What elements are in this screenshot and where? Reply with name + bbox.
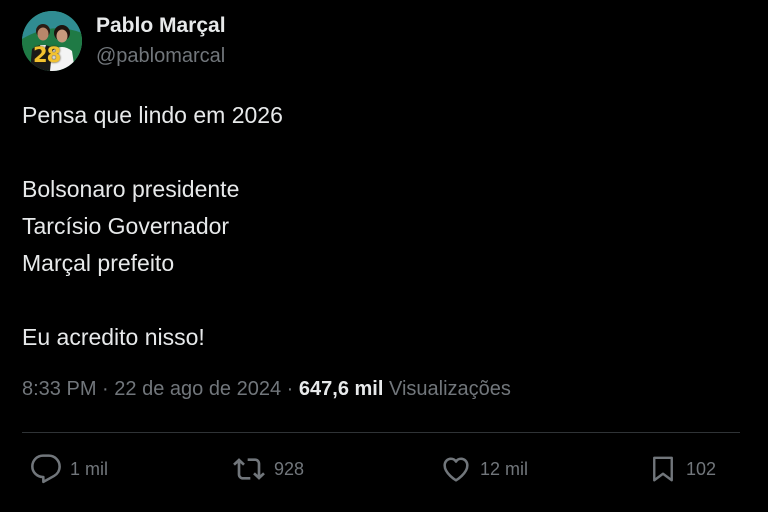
tweet-meta: 8:33 PM · 22 de ago de 2024 · 647,6 mil … [22,378,511,401]
heart-icon [443,457,469,482]
like-button[interactable]: 12 mil [440,450,528,488]
bookmark-button[interactable]: 102 [648,450,716,488]
tweet-text: Pensa que lindo em 2026 Bolsonaro presid… [22,97,742,356]
tweet-text-line: Tarcísio Governador [22,213,230,239]
avatar-number: 28 [33,43,61,67]
bookmark-count: 102 [686,458,717,479]
tweet-text-line [22,134,742,171]
meta-separator: · [286,378,294,400]
repost-count: 928 [274,458,305,479]
tweet-text-line: Eu acredito nisso! [22,324,205,350]
reply-button[interactable]: 1 mil [30,450,108,488]
tweet: 28 Pablo Marçal @pablomarcal Pensa que l… [0,0,768,512]
tweet-text-line: Bolsonaro presidente [22,176,240,202]
divider [22,432,740,433]
author-name[interactable]: Pablo Marçal [96,14,226,38]
tweet-text-line: Marçal prefeito [22,250,175,276]
tweet-time[interactable]: 8:33 PM [22,378,96,400]
like-count: 12 mil [480,458,529,479]
views-count[interactable]: 647,6 mil [299,378,384,400]
repost-arrows-icon [233,458,265,480]
meta-separator: · [102,378,109,400]
reply-count: 1 mil [70,458,109,479]
bookmark-icon [653,456,673,482]
repost-button[interactable]: 928 [232,450,304,488]
author-handle[interactable]: @pablomarcal [96,45,225,68]
views-label: Visualizações [388,378,511,400]
avatar[interactable]: 28 [22,11,82,71]
tweet-date[interactable]: 22 de ago de 2024 [114,378,281,400]
tweet-text-line [22,282,742,319]
tweet-text-line: Pensa que lindo em 2026 [22,102,283,128]
speech-bubble-icon [31,454,61,484]
